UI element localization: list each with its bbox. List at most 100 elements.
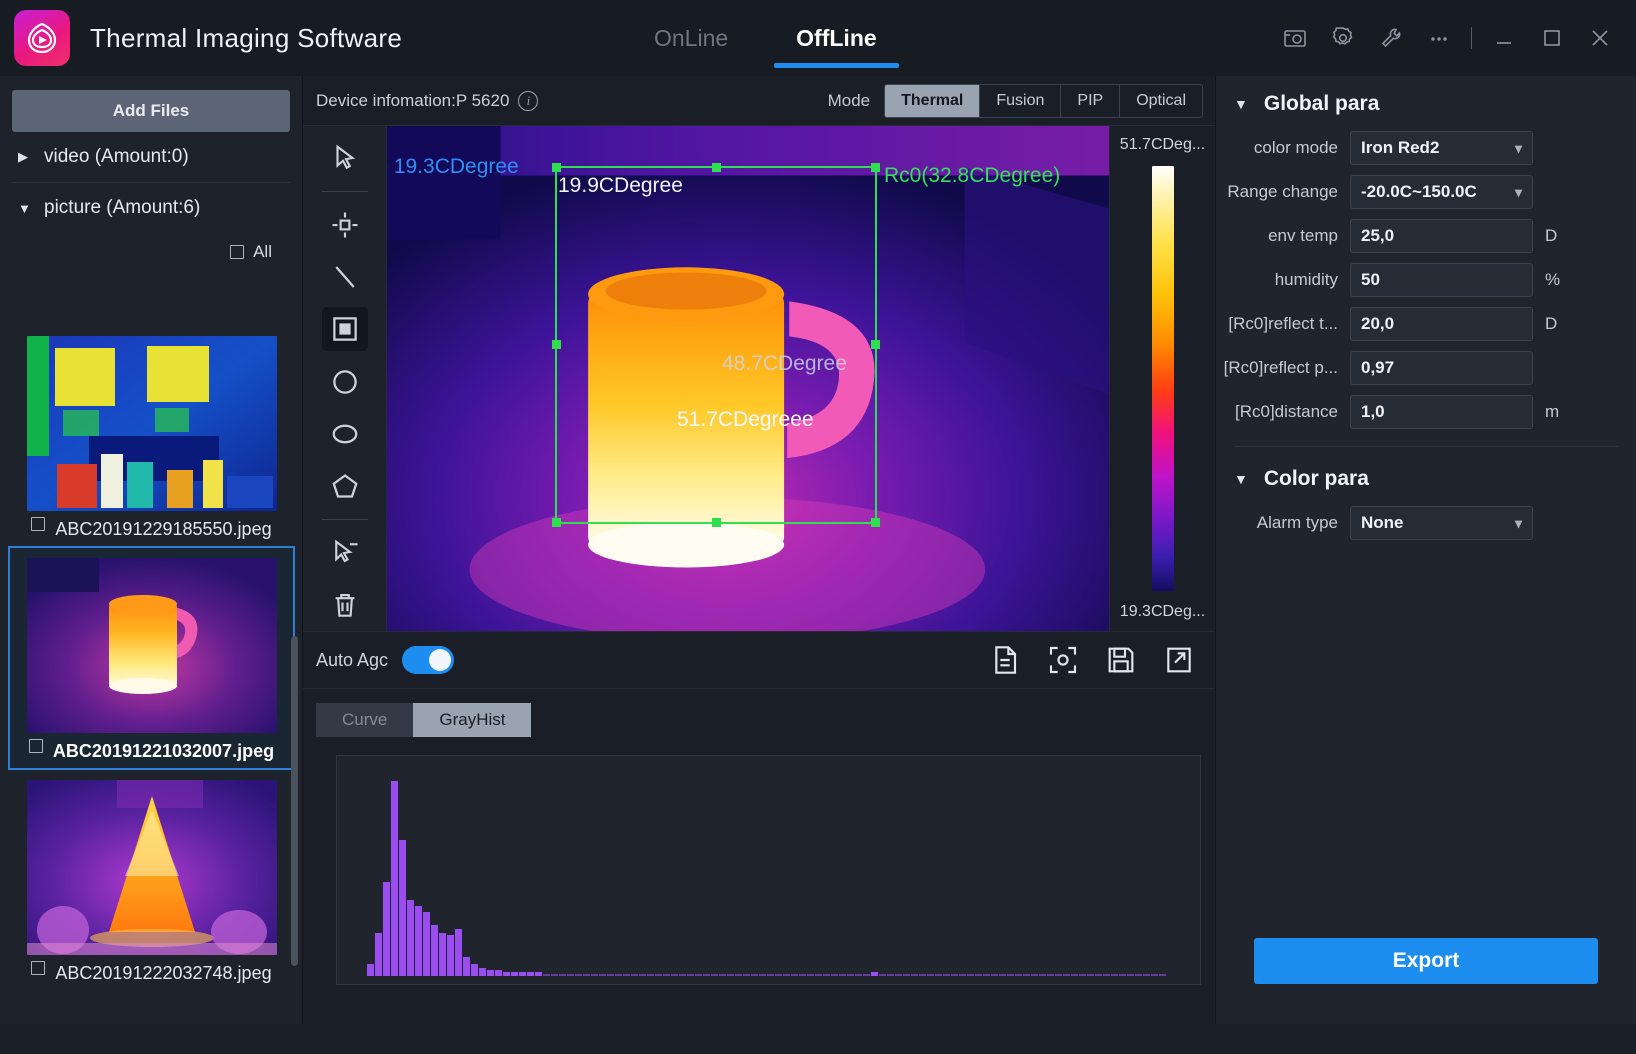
mode-tab-fusion[interactable]: Fusion <box>980 84 1062 117</box>
histogram-bar <box>591 974 598 976</box>
distance-input[interactable]: 1,0 <box>1350 395 1533 429</box>
chevron-down-icon[interactable]: ▼ <box>1234 471 1248 487</box>
histogram-bar <box>495 970 502 976</box>
histogram-bar <box>999 974 1006 976</box>
select-cursor-tool[interactable] <box>322 136 368 180</box>
thermal-image[interactable]: - 19.3CDegree 19.9CDegree Rc0(32.8CDegre… <box>387 126 1109 631</box>
info-icon[interactable]: i <box>518 90 539 111</box>
tools-wrench-icon[interactable] <box>1374 21 1408 55</box>
report-document-icon[interactable] <box>989 644 1021 676</box>
histogram-bar <box>455 929 462 976</box>
histogram-bar <box>911 974 918 976</box>
more-options-icon[interactable] <box>1422 21 1456 55</box>
tree-node-video[interactable]: ▶ video (Amount:0) <box>0 132 302 182</box>
minimize-button[interactable] <box>1487 21 1521 55</box>
file-list[interactable]: ABC20191229185550.jpeg ABC20191221032007… <box>0 326 303 1054</box>
tab-online[interactable]: OnLine <box>620 0 762 76</box>
export-button[interactable]: Export <box>1254 938 1598 984</box>
tab-curve[interactable]: Curve <box>316 703 414 737</box>
chevron-down-icon[interactable]: ▼ <box>1234 96 1248 112</box>
auto-agc-toggle[interactable] <box>402 646 455 674</box>
param-label: [Rc0]distance <box>1235 402 1338 421</box>
histogram-bar <box>935 974 942 976</box>
maximize-button[interactable] <box>1535 21 1569 55</box>
delete-tool[interactable] <box>322 583 368 627</box>
roi-rectangle[interactable] <box>552 163 880 527</box>
close-button[interactable] <box>1583 21 1617 55</box>
histogram-bar <box>719 974 726 976</box>
tab-offline[interactable]: OffLine <box>762 0 911 76</box>
tab-grayhist[interactable]: GrayHist <box>413 703 532 737</box>
toolbar-divider <box>1471 27 1472 49</box>
mode-tab-thermal[interactable]: Thermal <box>885 84 981 117</box>
select-all-checkbox[interactable] <box>230 245 245 259</box>
save-disk-icon[interactable] <box>1105 644 1137 676</box>
agc-bar: Auto Agc <box>303 631 1215 689</box>
focus-frame-icon[interactable] <box>1047 644 1079 676</box>
roi-handle-tc[interactable] <box>712 163 721 172</box>
roi-handle-bl[interactable] <box>552 518 561 527</box>
alarm-type-select[interactable]: None ▾ <box>1350 506 1533 540</box>
title-bar: Thermal Imaging Software OnLine OffLine <box>0 0 1636 76</box>
tree-node-picture[interactable]: ▼ picture (Amount:6) <box>0 183 302 233</box>
histogram-bar <box>1007 974 1014 976</box>
ellipse-tool[interactable] <box>322 412 368 456</box>
file-checkbox[interactable] <box>31 517 46 531</box>
spot-point-tool[interactable] <box>322 203 368 247</box>
roi-handle-bc[interactable] <box>712 518 721 527</box>
color-para-header[interactable]: ▼ Color para <box>1216 451 1636 501</box>
histogram-bar <box>423 911 430 976</box>
select-all-label: All <box>253 242 272 261</box>
roi-handle-ml[interactable] <box>552 340 561 349</box>
file-checkbox[interactable] <box>28 739 43 753</box>
settings-gear-icon[interactable] <box>1326 21 1360 55</box>
roi-handle-br[interactable] <box>871 518 880 527</box>
select-all-row[interactable]: All <box>0 233 302 271</box>
viewer-area: Device infomation:P 5620 i Mode Thermal … <box>303 76 1215 1024</box>
colorbar-gradient[interactable] <box>1151 166 1174 591</box>
histogram-bar <box>1079 974 1086 976</box>
thumbnail-tree-thermal <box>26 780 277 955</box>
param-label: Alarm type <box>1256 513 1338 532</box>
global-para-header[interactable]: ▼ Global para <box>1216 76 1636 126</box>
mode-tab-pip[interactable]: PIP <box>1061 84 1121 117</box>
param-row-reflect-temp: [Rc0]reflect t... 20,0 D <box>1216 302 1636 346</box>
polygon-tool[interactable] <box>322 464 368 508</box>
histogram-bar <box>583 974 590 976</box>
roi-handle-tl[interactable] <box>552 163 561 172</box>
roi-handle-mr[interactable] <box>871 340 880 349</box>
list-item[interactable]: ABC20191221032007.jpeg <box>8 546 295 770</box>
chevron-down-icon: ▾ <box>1514 139 1522 156</box>
list-item[interactable]: ABC20191222032748.jpeg <box>0 780 303 990</box>
file-list-scrollbar[interactable] <box>291 636 298 966</box>
env-temp-input[interactable]: 25,0 <box>1350 219 1533 253</box>
export-share-icon[interactable] <box>1163 644 1195 676</box>
add-files-button[interactable]: Add Files <box>12 90 290 132</box>
roi-handle-tr[interactable] <box>871 163 880 172</box>
mode-tab-optical[interactable]: Optical <box>1120 85 1202 117</box>
histogram-bar <box>735 974 742 976</box>
histogram-bar <box>487 970 494 976</box>
humidity-input[interactable]: 50 <box>1350 263 1533 297</box>
line-tool[interactable] <box>322 255 368 299</box>
rectangle-tool[interactable] <box>321 307 368 352</box>
screenshot-icon[interactable] <box>1278 21 1312 55</box>
histogram-bar <box>879 974 886 976</box>
histogram-tabs: Curve GrayHist <box>316 703 1215 737</box>
circle-tool[interactable] <box>322 359 368 403</box>
deselect-tool[interactable] <box>322 531 368 575</box>
reflect-temp-input[interactable]: 20,0 <box>1350 307 1533 341</box>
histogram-bar <box>623 974 630 976</box>
file-checkbox[interactable] <box>31 961 46 975</box>
histogram-bar <box>951 974 958 976</box>
toggle-knob <box>429 649 452 671</box>
histogram-bar <box>375 933 382 976</box>
color-mode-select[interactable]: Iron Red2 ▾ <box>1350 131 1533 165</box>
list-item[interactable]: ABC20191229185550.jpeg <box>0 336 303 546</box>
histogram-bar <box>367 964 374 976</box>
histogram-bar <box>607 974 614 976</box>
window-controls <box>1271 0 1624 76</box>
reflect-emissivity-input[interactable]: 0,97 <box>1350 351 1533 385</box>
range-change-select[interactable]: -20.0C~150.0C ▾ <box>1350 175 1533 209</box>
histogram-bar <box>671 974 678 976</box>
